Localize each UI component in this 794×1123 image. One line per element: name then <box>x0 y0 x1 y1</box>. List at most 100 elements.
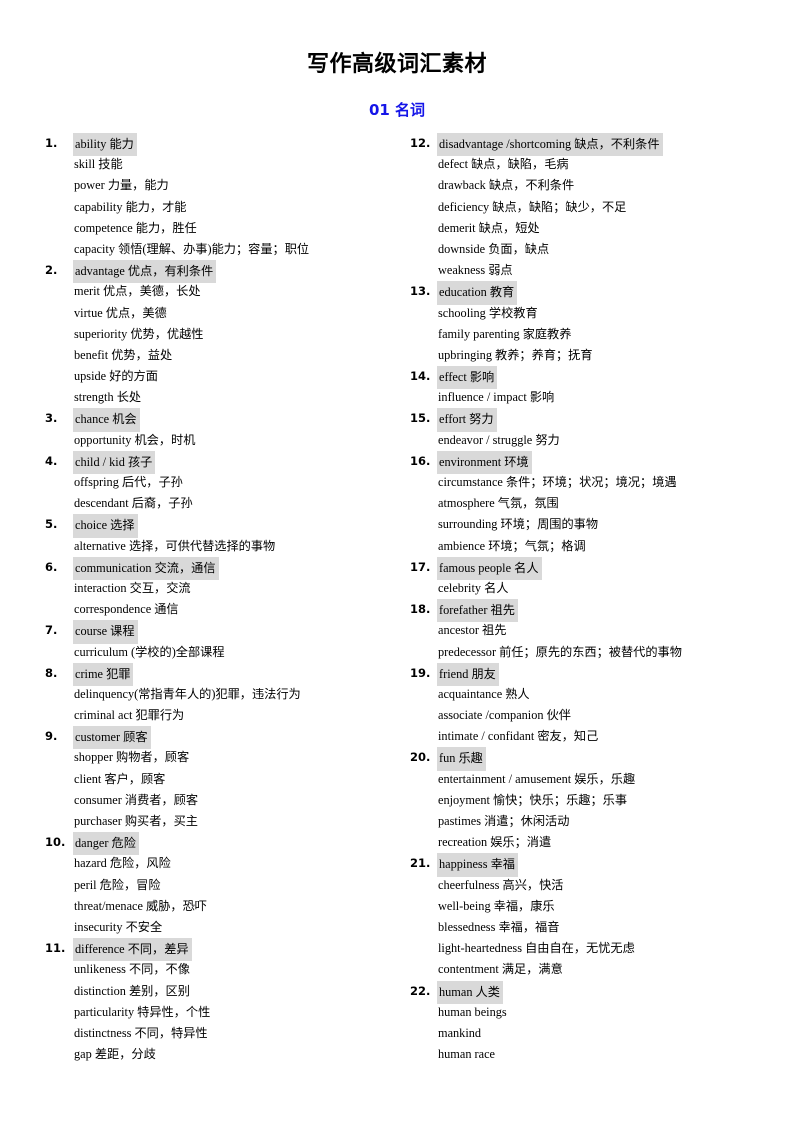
synonym-text: client 客户，顾客 <box>74 771 166 786</box>
synonym-text: delinquency(常指青年人的)犯罪，违法行为 <box>74 686 301 701</box>
vocabulary-headword-line: 5. choice 选择 <box>45 514 390 538</box>
vocabulary-synonym-line: demerit 缺点，短处 <box>410 218 780 239</box>
headword-text: communication 交流，通信 <box>73 556 219 580</box>
headword-text: customer 顾客 <box>73 726 151 750</box>
page-title: 写作高级词汇素材 <box>306 52 487 77</box>
synonym-text: pastimes 消遣；休闲活动 <box>438 814 570 828</box>
vocabulary-synonym-line: predecessor 前任；原先的东西；被替代的事物 <box>410 642 780 663</box>
vocabulary-headword-line: 10. danger 危险 <box>45 832 390 856</box>
vocabulary-entry: 17. famous people 名人 celebrity 名人 <box>410 556 780 599</box>
synonym-text: ambience 环境；气氛；格调 <box>438 538 586 553</box>
synonym-text: correspondence 通信 <box>74 602 179 617</box>
vocabulary-entry: 19. friend 朋友 acquaintance 熟人 associate /co… <box>410 662 780 748</box>
vocabulary-headword-line: 13. education 教育 <box>410 281 780 305</box>
vocabulary-entry: 14. effect 影响 influence / impact 影响 <box>410 366 780 408</box>
headword-text: difference 不同，差异 <box>73 938 192 962</box>
vocabulary-synonym-line: purchaser 购买者，买主 <box>45 811 390 832</box>
vocabulary-headword-line: 12. disadvantage /shortcoming 缺点，不利条件 <box>410 133 780 157</box>
synonym-text: descendant 后裔，子孙 <box>74 496 193 511</box>
vocabulary-synonym-line: acquaintance 熟人 <box>410 684 780 705</box>
vocabulary-synonym-line: enjoyment 愉快；快乐；乐趣；乐事 <box>410 790 780 811</box>
headword-text: forefather 祖先 <box>437 599 518 623</box>
synonym-text: intimate / confidant 密友，知己 <box>438 729 599 744</box>
vocabulary-headword-line: 14. effect 影响 <box>410 366 780 390</box>
vocabulary-synonym-line: surrounding 环境；周围的事物 <box>410 514 780 535</box>
synonym-text: strength 长处 <box>74 390 142 405</box>
vocabulary-synonym-line: upside 好的方面 <box>45 366 390 387</box>
synonym-text: associate /companion 伙伴 <box>438 708 571 723</box>
synonym-text: shopper 购物者，顾客 <box>74 750 190 765</box>
section-title: 01 名词 <box>368 101 426 119</box>
headword-text: happiness 幸福 <box>437 853 518 877</box>
headword-text: environment 环境 <box>437 450 532 475</box>
vocabulary-synonym-line: superiority 优势，优越性 <box>45 324 390 345</box>
entry-number: 20. <box>410 750 431 765</box>
vocabulary-entry: 12. disadvantage /shortcoming 缺点，不利条件 defe… <box>410 133 780 281</box>
vocabulary-synonym-line: intimate / confidant 密友，知己 <box>410 726 780 747</box>
synonym-text: hazard 危险，风险 <box>74 856 171 871</box>
vocabulary-headword-line: 6. communication 交流，通信 <box>45 556 390 580</box>
vocabulary-synonym-line: merit 优点，美德，长处 <box>45 281 390 302</box>
vocabulary-synonym-line: celebrity 名人 <box>410 578 780 599</box>
vocabulary-synonym-line: well-being 幸福，康乐 <box>410 896 780 917</box>
vocabulary-synonym-line: recreation 娱乐；消遣 <box>410 832 780 853</box>
synonym-text: ancestor 祖先 <box>438 623 507 638</box>
entry-number: 3. <box>45 411 58 426</box>
vocabulary-synonym-line: unlikeness 不同，不像 <box>45 959 390 980</box>
vocabulary-entry: 10. danger 危险 hazard 危险，风险 peril 危险，冒险 threa… <box>45 832 390 938</box>
vocabulary-entry: 16. environment 环境 circumstance 条件；环境；状况；境… <box>410 450 780 557</box>
vocabulary-synonym-line: peril 危险，冒险 <box>45 875 390 896</box>
vocabulary-synonym-line: endeavor / struggle 努力 <box>410 430 780 451</box>
headword-text: ability 能力 <box>73 133 137 157</box>
vocabulary-synonym-line: strength 长处 <box>45 387 390 408</box>
vocabulary-synonym-line: deficiency 缺点，缺陷；缺少，不足 <box>410 197 780 218</box>
vocabulary-synonym-line: shopper 购物者，顾客 <box>45 747 390 768</box>
synonym-text: curriculum (学校的)全部课程 <box>74 644 225 659</box>
vocabulary-entry: 4. child / kid 孩子 offspring 后代，子孙 descendan… <box>45 450 390 515</box>
headword-text: effort 努力 <box>437 408 497 432</box>
synonym-text: criminal act 犯罪行为 <box>74 708 185 723</box>
headword-text: disadvantage /shortcoming 缺点，不利条件 <box>437 133 663 157</box>
entry-number: 15. <box>410 411 431 426</box>
synonym-text: well-being 幸福，康乐 <box>438 898 555 913</box>
headword-text: famous people 名人 <box>437 556 542 580</box>
entry-number: 13. <box>410 284 431 299</box>
vocabulary-synonym-line: benefit 优势，益处 <box>45 345 390 366</box>
entry-number: 17. <box>410 559 431 574</box>
vocabulary-headword-line: 3. chance 机会 <box>45 408 390 432</box>
synonym-text: power 力量，能力 <box>74 178 169 193</box>
synonym-text: opportunity 机会，时机 <box>74 432 196 447</box>
synonym-text: light-heartedness 自由自在，无忧无虑 <box>438 941 635 956</box>
synonym-text: downside 负面，缺点 <box>438 241 550 256</box>
vocabulary-synonym-line: atmosphere 气氛，氛围 <box>410 493 780 514</box>
entry-number: 14. <box>410 369 431 384</box>
synonym-text: consumer 消费者，顾客 <box>74 792 199 807</box>
vocabulary-column-left: 1. ability 能力 skill 技能 power 力量，能力 capabilit… <box>45 133 390 1065</box>
vocabulary-headword-line: 1. ability 能力 <box>45 133 390 157</box>
entry-number: 5. <box>45 517 58 532</box>
vocabulary-synonym-line: family parenting 家庭教养 <box>410 324 780 345</box>
entry-number: 11. <box>45 941 66 956</box>
vocabulary-headword-line: 8. crime 犯罪 <box>45 662 390 686</box>
vocabulary-entry: 6. communication 交流，通信 interaction 交互，交流 co… <box>45 556 390 621</box>
synonym-text: human beings <box>438 1004 507 1019</box>
entry-number: 18. <box>410 602 431 617</box>
synonym-text: merit 优点，美德，长处 <box>74 284 201 299</box>
synonym-text: entertainment / amusement 娱乐，乐趣 <box>438 771 636 786</box>
synonym-text: offspring 后代，子孙 <box>74 475 183 489</box>
vocabulary-synonym-line: insecurity 不安全 <box>45 917 390 938</box>
vocabulary-entry: 13. education 教育 schooling 学校教育 family pare… <box>410 281 780 366</box>
vocabulary-synonym-line: associate /companion 伙伴 <box>410 705 780 726</box>
synonym-text: distinction 差别，区别 <box>74 983 190 998</box>
vocabulary-synonym-line: upbringing 教养；养育；抚育 <box>410 345 780 366</box>
synonym-text: distinctness 不同，特异性 <box>74 1025 208 1040</box>
entry-number: 19. <box>410 665 431 680</box>
entry-number: 2. <box>45 263 58 278</box>
vocabulary-entry: 22. human 人类 human beings mankind human race <box>410 980 780 1066</box>
vocabulary-synonym-line: alternative 选择，可供代替选择的事物 <box>45 536 390 557</box>
vocabulary-synonym-line: curriculum (学校的)全部课程 <box>45 642 390 663</box>
vocabulary-headword-line: 21. happiness 幸福 <box>410 853 780 877</box>
synonym-text: insecurity 不安全 <box>74 919 163 934</box>
vocabulary-synonym-line: distinction 差别，区别 <box>45 981 390 1002</box>
synonym-text: schooling 学校教育 <box>438 305 538 320</box>
